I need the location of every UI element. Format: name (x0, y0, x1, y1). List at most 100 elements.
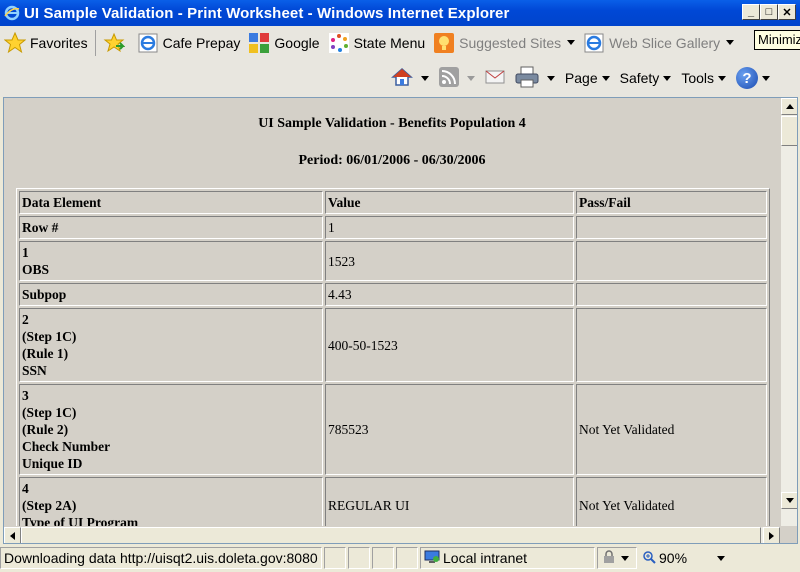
feeds-button[interactable] (438, 66, 475, 90)
add-favorite-icon (103, 32, 125, 54)
horizontal-scrollbar[interactable] (4, 526, 780, 543)
data-element-cell: 3 (Step 1C) (Rule 2) Check Number Unique ID (19, 384, 323, 475)
chevron-down-icon (601, 75, 610, 81)
data-element-cell: 2 (Step 1C) (Rule 1) SSN (19, 308, 323, 382)
status-bar: Downloading data http://uisqt2.uis.dolet… (0, 544, 800, 572)
chevron-down-icon (567, 40, 576, 45)
element-line: (Rule 1) (22, 346, 69, 361)
internet-explorer-icon (4, 5, 20, 21)
mail-icon (485, 69, 505, 88)
tooltip: Minimiz (754, 30, 800, 50)
pass-fail-cell: Not Yet Validated (576, 384, 767, 475)
favorite-link-web-slice-gallery[interactable]: Web Slice Gallery (579, 29, 738, 57)
element-line: 3 (22, 388, 29, 403)
worksheet-page: UI Sample Validation - Benefits Populati… (4, 98, 780, 543)
chevron-down-icon (718, 75, 726, 81)
help-menu[interactable]: ? (736, 67, 770, 89)
pass-fail-cell (576, 216, 767, 239)
command-bar: Page Safety Tools ? (0, 59, 800, 97)
chevron-down-icon (717, 555, 726, 561)
element-line: (Step 2A) (22, 498, 77, 513)
scrollbar-corner (780, 526, 797, 543)
minimize-button[interactable]: _ (742, 4, 760, 20)
minimize-icon: _ (747, 6, 755, 18)
browser-viewport: UI Sample Validation - Benefits Populati… (3, 97, 798, 544)
favorite-label: Cafe Prepay (162, 34, 241, 51)
element-line: Subpop (22, 287, 67, 302)
status-panel (324, 547, 346, 569)
chevron-down-icon (621, 555, 629, 561)
close-button[interactable]: ✕ (778, 4, 796, 20)
favorite-link-state-menu[interactable]: State Menu (324, 29, 430, 57)
window-title: UI Sample Validation - Print Worksheet -… (24, 4, 510, 22)
print-button[interactable] (515, 66, 555, 91)
table-row: 2 (Step 1C) (Rule 1) SSN 400-50-1523 (19, 308, 767, 382)
title-bar: UI Sample Validation - Print Worksheet -… (0, 0, 800, 26)
arrow-up-icon (785, 104, 794, 109)
element-line: 2 (22, 312, 29, 327)
scroll-up-button[interactable] (781, 98, 797, 115)
favorites-bar: Favorites Cafe Prepay Google State Menu … (0, 26, 800, 59)
chevron-down-icon (762, 75, 770, 81)
pass-fail-cell (576, 283, 767, 306)
scroll-left-button[interactable] (4, 527, 21, 543)
table-row: 3 (Step 1C) (Rule 2) Check Number Unique ID … (19, 384, 767, 475)
value-cell: 1523 (325, 241, 574, 281)
vertical-scrollbar[interactable] (780, 98, 797, 526)
scroll-down-button[interactable] (781, 492, 797, 509)
favorite-label: Suggested Sites (459, 34, 562, 51)
star-icon (4, 31, 26, 54)
suggested-sites-icon (433, 32, 455, 54)
value-cell: 785523 (325, 384, 574, 475)
favorite-link-suggested-sites[interactable]: Suggested Sites (429, 29, 579, 57)
arrow-right-icon (769, 531, 774, 540)
scroll-right-button[interactable] (763, 527, 780, 543)
close-icon: ✕ (782, 6, 792, 19)
favorite-link-cafe-prepay[interactable]: Cafe Prepay (133, 29, 245, 57)
chevron-down-icon (726, 40, 735, 45)
ie-page-icon (583, 32, 605, 54)
value-cell: 400-50-1523 (325, 308, 574, 382)
table-row: Subpop 4.43 (19, 283, 767, 306)
status-panel (396, 547, 418, 569)
add-to-favorites-bar-button[interactable] (99, 29, 133, 57)
element-line: (Step 1C) (22, 329, 77, 344)
safety-menu-label: Safety (619, 70, 660, 86)
chevron-down-icon (466, 75, 475, 81)
security-zone[interactable]: Local intranet (420, 547, 595, 569)
maximize-button[interactable]: □ (760, 4, 778, 20)
tools-menu[interactable]: Tools (681, 70, 726, 86)
status-panel (348, 547, 370, 569)
favorites-label: Favorites (30, 34, 88, 51)
favorites-button[interactable]: Favorites (0, 29, 92, 57)
printer-icon (515, 66, 539, 91)
table-header-row: Data Element Value Pass/Fail (19, 191, 767, 214)
horizontal-scroll-thumb[interactable] (21, 527, 761, 543)
rss-icon (438, 66, 459, 90)
protected-mode-button[interactable] (597, 547, 637, 569)
element-line: SSN (22, 363, 47, 378)
element-line: Unique ID (22, 456, 83, 471)
read-mail-button[interactable] (485, 69, 505, 88)
element-line: (Rule 2) (22, 422, 69, 437)
chevron-down-icon (663, 75, 672, 81)
status-message: Downloading data http://uisqt2.uis.dolet… (0, 547, 322, 569)
zoom-icon (642, 550, 656, 567)
page-menu[interactable]: Page (565, 70, 610, 86)
validation-table: Data Element Value Pass/Fail Row # 1 1 OB… (16, 188, 770, 543)
favorite-link-google[interactable]: Google (244, 29, 323, 57)
zoom-control[interactable]: 90% (639, 547, 727, 569)
element-line: 4 (22, 481, 29, 496)
home-button[interactable] (390, 67, 429, 90)
pass-fail-cell (576, 241, 767, 281)
status-panel (372, 547, 394, 569)
home-icon (390, 67, 413, 90)
element-line: Check Number (22, 439, 111, 454)
maximize-icon: □ (765, 6, 773, 18)
pass-fail-cell (576, 308, 767, 382)
column-header: Value (325, 191, 574, 214)
value-cell: 1 (325, 216, 574, 239)
vertical-scroll-thumb[interactable] (781, 116, 797, 146)
intranet-zone-icon (424, 550, 440, 567)
safety-menu[interactable]: Safety (620, 70, 672, 86)
